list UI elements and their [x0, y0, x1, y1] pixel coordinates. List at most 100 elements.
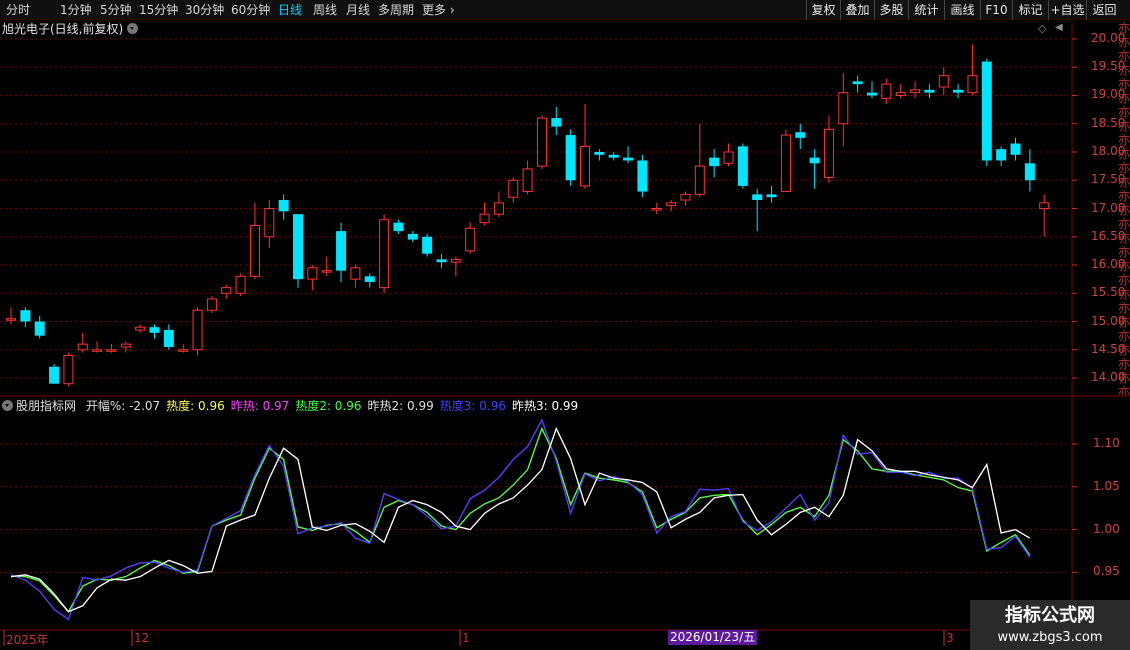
- candle: [249, 202, 260, 280]
- candle: [953, 84, 964, 99]
- candle: [967, 44, 978, 96]
- candle-body: [307, 267, 318, 280]
- candle-body: [192, 309, 203, 351]
- candle-body: [149, 327, 160, 333]
- candle-body: [206, 298, 217, 311]
- candle: [278, 194, 289, 220]
- candle: [895, 84, 906, 99]
- candle-body: [106, 349, 117, 352]
- candle: [77, 332, 88, 353]
- indicator-value-6: 昨热3: 0.99: [511, 399, 579, 413]
- candle-body: [823, 128, 834, 178]
- candle-body: [637, 160, 648, 192]
- indicator-value-4: 昨热2: 0.99: [367, 399, 434, 413]
- candle: [752, 188, 763, 232]
- candle-body: [407, 233, 418, 240]
- candle-body: [522, 168, 533, 193]
- indicator-header: 股朋指标网 开幅%: -2.07 热度: 0.96 昨热: 0.97 热度2: 0.9…: [2, 398, 590, 414]
- candle: [307, 265, 318, 291]
- candle-body: [780, 134, 791, 193]
- candle-body: [135, 326, 146, 331]
- candle: [235, 273, 246, 297]
- candle-body: [321, 270, 332, 273]
- candle-body: [1039, 202, 1050, 209]
- candle: [135, 324, 146, 333]
- candle: [6, 307, 16, 325]
- candle-body: [651, 208, 662, 211]
- candle-body: [49, 366, 60, 384]
- candle: [321, 256, 332, 277]
- indicator-value-3: 热度2: 0.96: [295, 399, 362, 413]
- candle: [608, 151, 619, 161]
- candle: [852, 75, 863, 93]
- candle-body: [77, 343, 88, 351]
- candle-body: [938, 75, 949, 88]
- candle: [780, 129, 791, 193]
- candle: [106, 344, 117, 353]
- candle-body: [450, 258, 461, 263]
- candle-body: [809, 157, 820, 164]
- candle: [881, 78, 892, 104]
- candle-body: [608, 154, 619, 158]
- candle-body: [852, 81, 863, 85]
- candle: [34, 315, 45, 339]
- candle-body: [981, 61, 992, 161]
- candle-body: [508, 179, 519, 198]
- candle-body: [838, 92, 849, 125]
- candle-body: [1024, 163, 1035, 181]
- candle-body: [221, 287, 232, 294]
- candle: [766, 185, 777, 203]
- candle: [594, 149, 605, 161]
- candle-body: [666, 202, 677, 207]
- candle: [536, 115, 547, 169]
- candle: [465, 222, 476, 254]
- candle: [565, 129, 576, 186]
- date-label: 3: [946, 631, 954, 645]
- candle: [680, 191, 691, 206]
- date-label: 1: [462, 631, 470, 645]
- candle: [924, 84, 935, 99]
- candle-body: [996, 149, 1007, 161]
- candle: [422, 233, 433, 257]
- candle-body: [680, 193, 691, 201]
- indicator-label: 1.00: [1093, 521, 1120, 536]
- candle: [1010, 137, 1021, 161]
- candle: [938, 67, 949, 96]
- chart-canvas[interactable]: [0, 0, 1130, 650]
- candle-body: [92, 349, 103, 352]
- candle-body: [967, 75, 978, 94]
- watermark-url: www.zbgs3.com: [997, 630, 1103, 645]
- candle-body: [723, 151, 734, 164]
- candle: [264, 200, 275, 249]
- candle-body: [910, 89, 921, 94]
- candle-body: [1010, 143, 1021, 155]
- candle: [493, 191, 504, 217]
- candle-body: [493, 202, 504, 215]
- indicator-line-昨热3: [10, 427, 1031, 613]
- candle-body: [551, 118, 562, 127]
- candle: [350, 265, 361, 288]
- candle-body: [178, 349, 189, 352]
- candle: [49, 363, 60, 384]
- candle-body: [881, 83, 892, 99]
- indicator-value-2: 昨热: 0.97: [230, 399, 290, 413]
- candle-body: [694, 165, 705, 195]
- date-label: 12: [134, 631, 150, 645]
- candle-body: [580, 145, 590, 187]
- candle-body: [479, 213, 490, 224]
- candle: [120, 341, 131, 353]
- candle-body: [336, 231, 347, 271]
- indicator-menu-icon[interactable]: [2, 400, 13, 411]
- candle-body: [465, 227, 476, 252]
- candle: [393, 219, 404, 234]
- candle: [723, 143, 734, 167]
- candle: [737, 143, 748, 189]
- candle-body: [623, 157, 634, 161]
- candle: [479, 202, 490, 226]
- candle: [92, 341, 103, 353]
- candle: [436, 253, 447, 268]
- candle: [522, 160, 533, 195]
- candle-body: [379, 219, 390, 289]
- candle: [206, 296, 217, 314]
- candle: [221, 284, 232, 299]
